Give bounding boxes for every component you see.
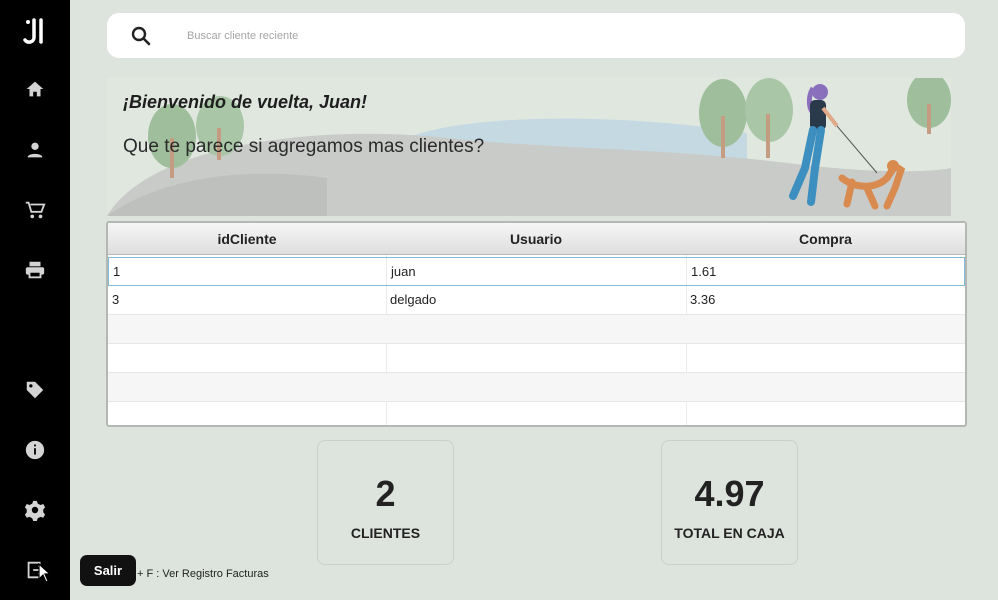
table-header: idCliente Usuario Compra [108,223,965,255]
table-row-empty [108,344,965,373]
tag-icon [26,381,44,399]
sidebar-item-cart[interactable] [0,190,70,230]
shortcut-hint: + F : Ver Registro Facturas [137,568,269,580]
table-row[interactable]: 1 juan 1.61 [108,257,965,286]
table-row-empty [108,402,965,425]
search-bar [107,13,965,58]
sidebar-item-info[interactable] [0,430,70,470]
cell-idcliente: 3 [112,292,120,307]
clients-count-card: 2 CLIENTES [317,440,454,565]
sidebar-item-print[interactable] [0,250,70,290]
user-icon [27,142,43,158]
app-logo [23,18,43,44]
sidebar-item-home[interactable] [0,69,70,109]
mouse-cursor-icon [38,563,52,583]
column-header-compra[interactable]: Compra [686,223,965,255]
gear-icon [24,500,46,521]
cell-compra: 1.61 [691,264,717,279]
cash-total-card: 4.97 TOTAL EN CAJA [661,440,798,565]
clients-count-label: CLIENTES [350,525,421,541]
clients-count-value: 2 [375,473,396,514]
welcome-heading: ¡Bienvenido de vuelta, Juan! [123,92,368,112]
table-row[interactable]: 3 delgado 3.36 [108,286,965,315]
info-icon [25,440,45,460]
welcome-banner: ¡Bienvenido de vuelta, Juan! Que te pare… [107,78,951,216]
table-row-empty [108,315,965,344]
welcome-subtitle: Que te parece si agregamos mas clientes? [123,136,485,157]
sidebar-item-settings[interactable] [0,490,70,530]
sidebar-item-tags[interactable] [0,370,70,410]
search-icon[interactable] [131,26,151,46]
cell-compra: 3.36 [690,292,716,307]
sidebar [0,0,70,600]
cash-total-label: TOTAL EN CAJA [674,525,785,541]
home-icon [26,81,44,97]
clients-table[interactable]: idCliente Usuario Compra 1 juan 1.61 3 d… [106,221,967,427]
cell-usuario: delgado [390,292,437,307]
printer-icon [25,261,45,279]
sidebar-item-clients[interactable] [0,130,70,170]
search-input[interactable] [187,25,927,47]
cash-total-value: 4.97 [694,473,765,514]
cart-icon [25,201,46,219]
cell-usuario: juan [391,264,416,279]
cell-idcliente: 1 [113,264,121,279]
column-header-usuario[interactable]: Usuario [386,223,686,255]
table-row-empty [108,373,965,402]
exit-tooltip: Salir [80,555,136,586]
column-header-idcliente[interactable]: idCliente [108,223,386,255]
sidebar-item-exit[interactable] [0,550,70,590]
